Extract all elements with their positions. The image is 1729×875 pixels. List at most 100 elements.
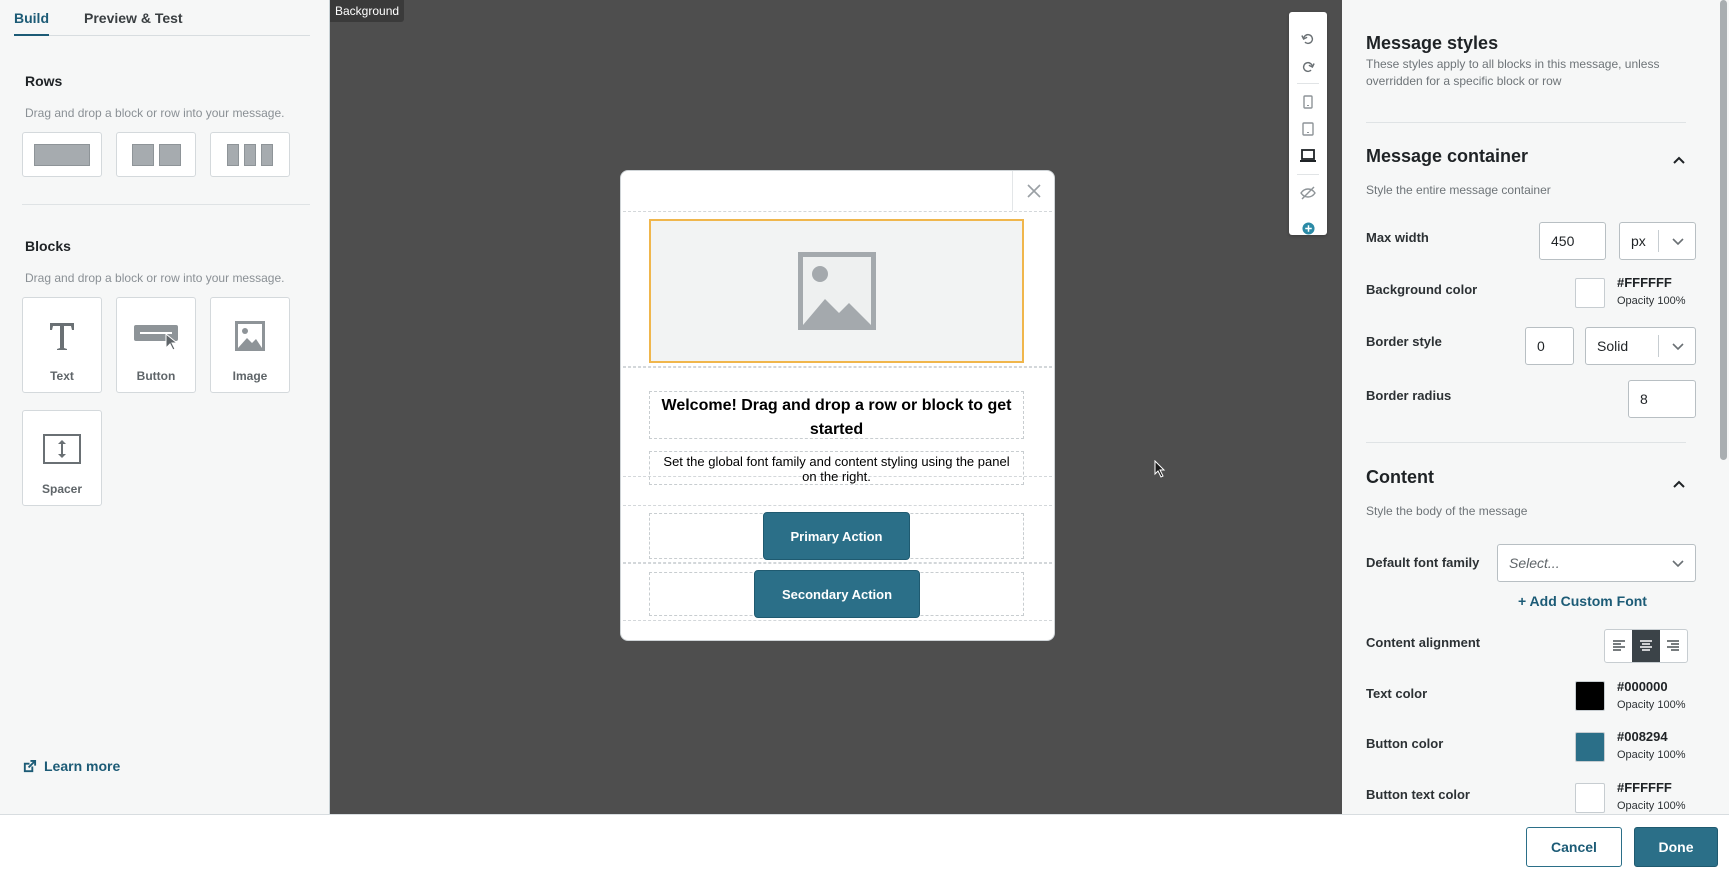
tab-bar: Build Preview & Test — [14, 0, 310, 36]
row-cell — [131, 143, 154, 166]
image-block[interactable] — [649, 219, 1024, 363]
canvas-toolbar — [1289, 12, 1327, 235]
background-opacity: Opacity 100% — [1617, 295, 1686, 307]
chevron-down-icon — [1672, 560, 1684, 568]
cancel-button[interactable]: Cancel — [1526, 827, 1622, 867]
max-width-input[interactable]: 450 — [1539, 222, 1606, 260]
message-container-heading: Message container — [1366, 146, 1529, 166]
row-cell — [34, 143, 90, 166]
font-family-placeholder: Select... — [1509, 555, 1560, 571]
block-label: Text — [50, 369, 74, 383]
tablet-view-icon[interactable] — [1289, 119, 1327, 139]
editor-canvas[interactable]: Background Welcome! Drag and drop a row … — [330, 0, 1342, 814]
row-two-columns[interactable] — [116, 132, 196, 177]
left-panel: Build Preview & Test Rows Drag and drop … — [0, 0, 330, 814]
alignment-toggle — [1604, 629, 1688, 663]
border-radius-input[interactable]: 8 — [1628, 380, 1696, 418]
block-button[interactable]: Button — [116, 297, 196, 393]
collapse-chevron-icon[interactable] — [1672, 479, 1686, 489]
close-icon — [1026, 184, 1041, 198]
text-color-opacity: Opacity 100% — [1617, 699, 1686, 711]
max-width-unit-select[interactable]: px — [1619, 222, 1696, 260]
panel-title: Message styles — [1366, 33, 1499, 53]
text-color-label: Text color — [1366, 686, 1428, 701]
border-style-select[interactable]: Solid — [1585, 327, 1696, 365]
headline-block[interactable]: Welcome! Drag and drop a row or block to… — [649, 391, 1024, 439]
block-image[interactable]: Image — [210, 297, 290, 393]
body-text: Set the global font family and content s… — [663, 454, 1010, 484]
container-hint: Style the entire message container — [1366, 183, 1551, 197]
button-text-color-label: Button text color — [1366, 787, 1470, 802]
undo-icon[interactable] — [1289, 29, 1327, 49]
block-label: Spacer — [41, 482, 83, 496]
text-color-hex: #000000 — [1617, 679, 1668, 694]
redo-icon[interactable] — [1289, 57, 1327, 77]
align-center-icon[interactable] — [1632, 630, 1660, 662]
blocks-heading: Blocks — [25, 238, 71, 254]
background-tag: Background — [330, 0, 405, 22]
button-color-hex: #008294 — [1617, 729, 1668, 744]
panel-hint: These styles apply to all blocks in this… — [1366, 57, 1660, 88]
font-family-label: Default font family — [1366, 555, 1480, 570]
button-color-label: Button color — [1366, 736, 1444, 751]
background-color-label: Background color — [1366, 282, 1478, 297]
external-link-icon — [23, 759, 37, 772]
block-spacer[interactable]: Spacer — [22, 410, 102, 506]
chevron-down-icon — [1672, 343, 1684, 351]
tab-build[interactable]: Build — [14, 10, 49, 36]
tab-preview-test[interactable]: Preview & Test — [84, 10, 183, 26]
headline-text: Welcome! Drag and drop a row or block to… — [661, 397, 1012, 438]
block-text[interactable]: Text — [22, 297, 102, 393]
row-one-column[interactable] — [22, 132, 102, 177]
desktop-view-icon[interactable] — [1289, 146, 1327, 166]
button-text-color-swatch[interactable] — [1575, 783, 1605, 813]
text-color-swatch[interactable] — [1575, 681, 1605, 711]
body-block[interactable]: Set the global font family and content s… — [649, 451, 1024, 485]
panel-scrollbar[interactable] — [1720, 0, 1727, 460]
align-right-icon[interactable] — [1660, 630, 1687, 662]
chevron-down-icon — [1672, 238, 1684, 246]
rows-hint: Drag and drop a block or row into your m… — [25, 106, 285, 120]
border-style-value: Solid — [1597, 338, 1629, 354]
button-color-swatch[interactable] — [1575, 732, 1605, 762]
mobile-view-icon[interactable] — [1289, 92, 1327, 112]
collapse-chevron-icon[interactable] — [1672, 155, 1686, 165]
font-family-select[interactable]: Select... — [1497, 544, 1696, 582]
message-preview[interactable]: Welcome! Drag and drop a row or block to… — [620, 170, 1055, 641]
row-cell — [244, 143, 256, 166]
background-color-hex: #FFFFFF — [1617, 275, 1672, 290]
content-alignment-label: Content alignment — [1366, 635, 1481, 650]
text-icon — [23, 316, 101, 356]
border-width-input[interactable]: 0 — [1525, 327, 1574, 365]
align-left-icon[interactable] — [1605, 630, 1632, 662]
block-label: Image — [232, 369, 268, 383]
content-heading: Content — [1366, 467, 1434, 487]
border-radius-label: Border radius — [1366, 388, 1452, 403]
style-panel: Message styles These styles apply to all… — [1342, 0, 1729, 814]
close-button[interactable] — [1012, 171, 1054, 211]
content-hint: Style the body of the message — [1366, 504, 1528, 518]
row-cell — [261, 143, 273, 166]
add-icon[interactable] — [1289, 218, 1327, 238]
learn-more-label: Learn more — [44, 758, 121, 774]
row-cell — [158, 143, 181, 166]
row-cell — [227, 143, 239, 166]
block-label: Button — [136, 369, 176, 383]
hide-preview-icon[interactable] — [1289, 183, 1327, 203]
secondary-action-button[interactable]: Secondary Action — [754, 570, 920, 618]
rows-heading: Rows — [25, 73, 63, 89]
add-custom-font-link[interactable]: + Add Custom Font — [1518, 593, 1647, 609]
background-color-swatch[interactable] — [1575, 278, 1605, 308]
footer-bar: Cancel Done — [0, 814, 1729, 875]
primary-action-button[interactable]: Primary Action — [763, 512, 910, 560]
image-placeholder-icon — [797, 252, 876, 330]
done-button[interactable]: Done — [1634, 827, 1718, 867]
section-divider — [22, 204, 310, 205]
row-three-columns[interactable] — [210, 132, 290, 177]
mouse-cursor-icon — [1154, 459, 1166, 483]
learn-more-link[interactable]: Learn more — [22, 758, 120, 774]
button-text-color-opacity: Opacity 100% — [1617, 800, 1686, 812]
button-color-opacity: Opacity 100% — [1617, 749, 1686, 761]
blocks-hint: Drag and drop a block or row into your m… — [25, 271, 285, 285]
spacer-icon — [23, 429, 101, 469]
